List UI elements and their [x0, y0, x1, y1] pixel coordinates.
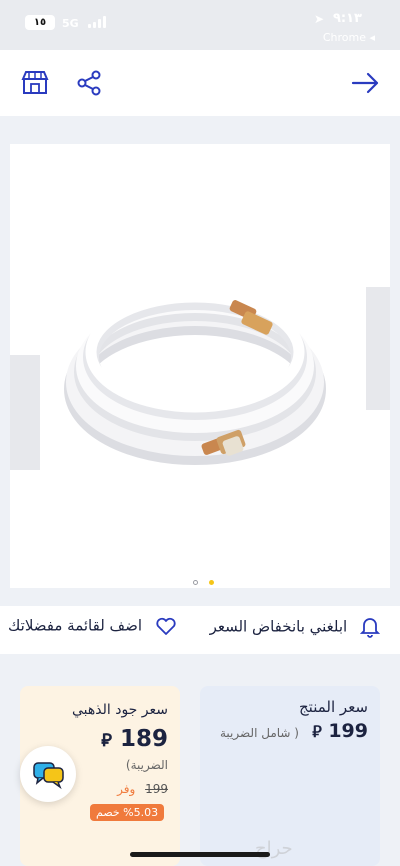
- share-icon[interactable]: [74, 68, 104, 98]
- product-gallery[interactable]: [0, 116, 400, 606]
- gold-tax-note: الضريبة): [125, 758, 168, 772]
- heart-icon: [156, 617, 176, 635]
- previous-image-peek[interactable]: [10, 355, 40, 470]
- status-bar: ١٥ 5G ➤ ٩:١٣ Chrome ◂: [0, 0, 400, 50]
- back-to-app-link[interactable]: Chrome ◂: [323, 31, 375, 44]
- top-bar: [0, 50, 400, 116]
- network-label: 5G: [62, 17, 79, 30]
- riyal-icon: ⃁: [312, 722, 322, 741]
- store-icon[interactable]: [20, 68, 50, 98]
- gold-old-price-row: 199 وفر: [117, 782, 168, 796]
- riyal-icon: ⃁: [101, 730, 112, 751]
- carousel-dot[interactable]: [193, 580, 198, 585]
- old-price: 199: [145, 782, 168, 796]
- product-tax-note: ( شامل الضريبة: [220, 726, 299, 740]
- product-price-title: سعر المنتج: [299, 698, 368, 716]
- product-actions: ابلغني بانخفاض السعر اضف لقائمة مفضلاتك: [0, 606, 400, 654]
- status-time: ٩:١٣: [332, 11, 362, 26]
- signal-icon: [88, 16, 106, 28]
- chat-button[interactable]: [20, 746, 76, 802]
- product-image: [64, 291, 326, 465]
- product-image-card[interactable]: [10, 144, 390, 588]
- bell-icon: [359, 618, 381, 638]
- price-alert-label: ابلغني بانخفاض السعر: [209, 617, 348, 636]
- gold-price-title: سعر جود الذهبي: [71, 702, 168, 718]
- location-arrow-icon: ➤: [313, 12, 324, 26]
- next-image-peek[interactable]: [366, 287, 390, 410]
- add-wishlist-button[interactable]: اضف لقائمة مفضلاتك: [8, 616, 177, 636]
- back-arrow-icon[interactable]: [350, 68, 380, 98]
- add-wishlist-label: اضف لقائمة مفضلاتك: [8, 616, 142, 635]
- chat-icon: [33, 762, 64, 790]
- gold-price-value: 189 ⃁: [101, 726, 168, 752]
- save-label: وفر: [117, 782, 136, 796]
- price-alert-button[interactable]: ابلغني بانخفاض السعر: [209, 616, 381, 638]
- carousel-dots: [190, 570, 217, 585]
- battery-icon: ١٥: [25, 15, 55, 30]
- product-price-value: 199 ⃁: [312, 720, 368, 742]
- home-indicator: [130, 852, 270, 857]
- discount-badge: %5.03 خصم: [90, 804, 165, 821]
